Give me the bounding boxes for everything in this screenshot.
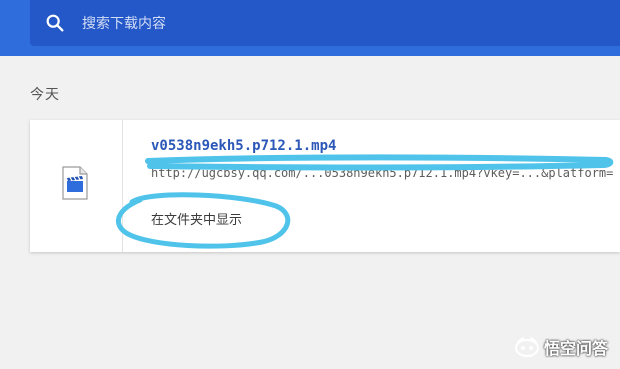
top-bar bbox=[0, 0, 620, 56]
search-input[interactable] bbox=[80, 8, 444, 40]
wukong-logo-icon bbox=[514, 337, 539, 357]
show-in-folder-link[interactable]: 在文件夹中显示 bbox=[151, 209, 242, 228]
search-box[interactable] bbox=[30, 0, 620, 46]
search-icon[interactable] bbox=[44, 12, 66, 34]
download-item-card: v0538n9ekh5.p712.1.mp4 http://ugcbsy.qq.… bbox=[30, 120, 620, 252]
file-icon-column bbox=[30, 120, 123, 252]
file-name-link[interactable]: v0538n9ekh5.p712.1.mp4 bbox=[151, 138, 336, 154]
file-source-url[interactable]: http://ugcbsy.qq.com/...0538n9ekh5.p712.… bbox=[151, 166, 616, 180]
watermark: 悟空问答 bbox=[514, 335, 608, 359]
date-group-header: 今天 bbox=[30, 87, 60, 103]
watermark-text: 悟空问答 bbox=[543, 339, 608, 358]
video-file-icon[interactable] bbox=[61, 166, 89, 200]
